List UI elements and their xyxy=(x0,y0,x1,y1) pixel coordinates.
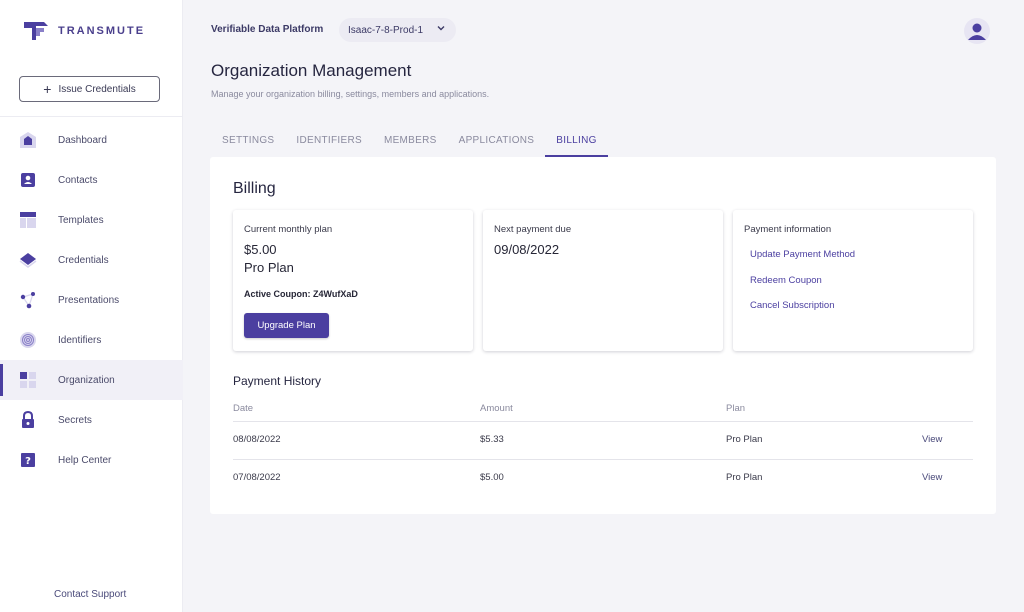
current-plan-card: Current monthly plan $5.00 Pro Plan Acti… xyxy=(233,210,473,351)
credential-diamond-icon xyxy=(19,251,37,269)
sidebar-item-label: Identifiers xyxy=(58,334,102,346)
next-payment-date: 09/08/2022 xyxy=(494,242,560,257)
contact-card-icon xyxy=(19,171,37,189)
user-icon xyxy=(968,23,986,40)
cancel-subscription-link[interactable]: Cancel Subscription xyxy=(750,300,835,311)
payment-info-label: Payment information xyxy=(744,224,832,235)
column-header-amount: Amount xyxy=(480,403,513,414)
tab-billing[interactable]: BILLING xyxy=(545,123,609,157)
sidebar-item-presentations[interactable]: Presentations xyxy=(0,280,183,320)
sidebar-item-label: Contacts xyxy=(58,174,98,186)
lock-icon xyxy=(19,411,37,429)
table-divider xyxy=(233,459,973,460)
row-plan: Pro Plan xyxy=(726,472,763,483)
tab-members[interactable]: MEMBERS xyxy=(373,123,448,157)
row-plan: Pro Plan xyxy=(726,434,763,445)
sidebar-item-templates[interactable]: Templates xyxy=(0,200,183,240)
chevron-down-icon xyxy=(436,23,446,36)
plus-icon: + xyxy=(43,81,52,97)
row-amount: $5.33 xyxy=(480,434,504,445)
platform-name: Verifiable Data Platform xyxy=(211,24,324,35)
page-subtitle: Manage your organization billing, settin… xyxy=(211,89,490,99)
sidebar-item-label: Help Center xyxy=(58,454,112,466)
plan-name: Pro Plan xyxy=(244,260,294,275)
sidebar-item-label: Secrets xyxy=(58,414,92,426)
billing-panel: Billing Current monthly plan $5.00 Pro P… xyxy=(210,157,996,514)
next-payment-label: Next payment due xyxy=(494,224,572,235)
template-icon xyxy=(19,211,37,229)
tab-applications[interactable]: APPLICATIONS xyxy=(448,123,546,157)
sidebar-item-secrets[interactable]: Secrets xyxy=(0,400,183,440)
org-tabs: SETTINGS IDENTIFIERS MEMBERS APPLICATION… xyxy=(211,123,609,157)
billing-title: Billing xyxy=(233,180,276,197)
sidebar-item-contacts[interactable]: Contacts xyxy=(0,160,183,200)
transmute-logo-icon xyxy=(24,22,48,40)
view-invoice-link[interactable]: View xyxy=(922,472,942,483)
sidebar-item-identifiers[interactable]: Identifiers xyxy=(0,320,183,360)
svg-text:?: ? xyxy=(25,456,31,467)
sidebar-item-help-center[interactable]: ? Help Center xyxy=(0,440,183,480)
org-select-value: Isaac-7-8-Prod-1 xyxy=(348,24,424,36)
home-icon xyxy=(19,131,37,149)
payment-info-card: Payment information Update Payment Metho… xyxy=(733,210,973,351)
contact-support-link[interactable]: Contact Support xyxy=(54,589,126,600)
tab-identifiers[interactable]: IDENTIFIERS xyxy=(285,123,373,157)
brand-logo[interactable]: TRANSMUTE xyxy=(22,20,145,42)
issue-credentials-button[interactable]: + Issue Credentials xyxy=(19,76,160,102)
row-date: 07/08/2022 xyxy=(233,472,281,483)
grid-icon xyxy=(19,371,37,389)
sidebar-item-label: Credentials xyxy=(58,254,109,266)
sidebar-item-label: Presentations xyxy=(58,294,120,306)
table-divider xyxy=(233,421,973,422)
sidebar-item-label: Templates xyxy=(58,214,104,226)
sidebar-item-label: Dashboard xyxy=(58,134,107,146)
plan-price: $5.00 xyxy=(244,242,277,257)
fingerprint-icon xyxy=(19,331,37,349)
sidebar-item-organization[interactable]: Organization xyxy=(0,360,183,400)
brand-name: TRANSMUTE xyxy=(58,25,146,37)
user-avatar[interactable] xyxy=(964,18,990,44)
view-invoice-link[interactable]: View xyxy=(922,434,942,445)
redeem-coupon-link[interactable]: Redeem Coupon xyxy=(750,275,822,286)
page-title: Organization Management xyxy=(211,61,412,80)
column-header-date: Date xyxy=(233,403,254,414)
sidebar-item-credentials[interactable]: Credentials xyxy=(0,240,183,280)
row-amount: $5.00 xyxy=(480,472,504,483)
column-header-plan: Plan xyxy=(726,403,746,414)
row-date: 08/08/2022 xyxy=(233,434,281,445)
next-payment-card: Next payment due 09/08/2022 xyxy=(483,210,723,351)
question-icon: ? xyxy=(19,451,37,469)
current-plan-label: Current monthly plan xyxy=(244,224,333,235)
payment-history-title: Payment History xyxy=(233,374,322,388)
sidebar-divider xyxy=(0,116,183,117)
org-select[interactable]: Isaac-7-8-Prod-1 xyxy=(339,18,456,42)
upgrade-plan-button[interactable]: Upgrade Plan xyxy=(244,313,329,338)
sidebar: TRANSMUTE + Issue Credentials Dashboard … xyxy=(0,0,183,612)
issue-credentials-label: Issue Credentials xyxy=(58,83,136,95)
share-nodes-icon xyxy=(19,291,37,309)
sidebar-item-label: Organization xyxy=(58,374,115,386)
update-payment-method-link[interactable]: Update Payment Method xyxy=(750,249,855,260)
active-coupon: Active Coupon: Z4WufXaD xyxy=(244,289,358,299)
tab-settings[interactable]: SETTINGS xyxy=(211,123,285,157)
sidebar-item-dashboard[interactable]: Dashboard xyxy=(0,120,183,160)
sidebar-nav: Dashboard Contacts Templates Credentials… xyxy=(0,120,183,480)
